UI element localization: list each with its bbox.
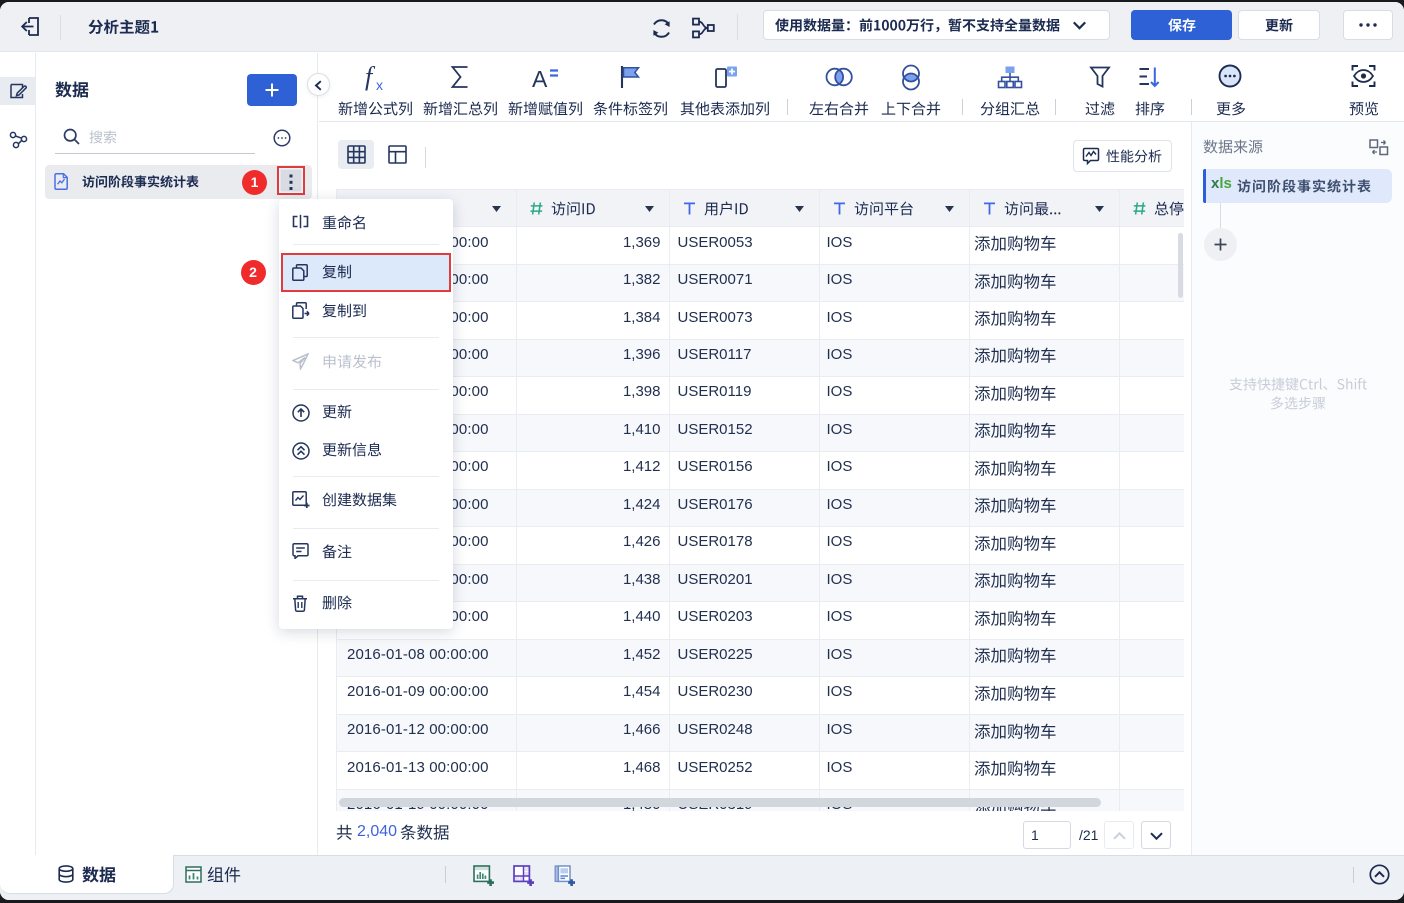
svg-text:x: x: [376, 77, 383, 91]
svg-text:A: A: [532, 66, 548, 89]
svg-text:f: f: [365, 65, 376, 91]
